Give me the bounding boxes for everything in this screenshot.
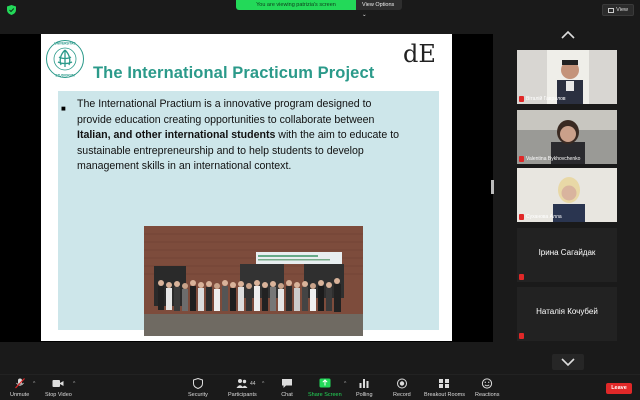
polling-icon	[359, 379, 369, 388]
participant-name: Віталій Гаврилов	[519, 95, 566, 102]
university-logo: UNIVERSITAS STUDIORUM	[46, 40, 84, 78]
participants-label: Participants	[228, 392, 257, 398]
muted-mic-icon	[519, 273, 524, 280]
unmute-label: Unmute	[10, 392, 30, 398]
chevron-up-icon[interactable]	[560, 30, 576, 40]
participant-name-label: Віталій Гаврилов	[526, 95, 566, 102]
reactions-icon	[482, 378, 493, 389]
chevron-up-icon[interactable]: ^	[262, 381, 264, 387]
meeting-toolbar: Unmute ^ Stop Video ^ Security Participa…	[0, 374, 640, 400]
para-line-3-bold: Italian, and other international student…	[77, 129, 276, 142]
participant-tile[interactable]: Ірина Сагайдак	[517, 228, 617, 282]
video-camera-icon	[52, 380, 64, 387]
chevron-up-icon[interactable]: ^	[33, 381, 35, 387]
breakout-rooms-icon	[439, 379, 450, 388]
participant-status	[519, 273, 524, 280]
breakout-rooms-label: Breakout Rooms	[424, 392, 465, 398]
chat-label: Chat	[281, 392, 293, 398]
polling-button[interactable]: Polling	[356, 378, 373, 398]
chevron-down-icon: ⌄	[362, 12, 367, 18]
participant-name: Valentina Bykhovchenko	[519, 155, 580, 162]
para-line-3-rest: with the aim to educate to	[275, 129, 400, 142]
security-button[interactable]: Security	[188, 378, 208, 398]
share-screen-button[interactable]: Share Screen	[308, 378, 342, 398]
share-screen-label: Share Screen	[308, 392, 342, 398]
unmute-button[interactable]: Unmute	[10, 378, 29, 398]
share-screen-icon	[319, 378, 331, 388]
security-label: Security	[188, 392, 208, 398]
de-logo: dE	[403, 40, 436, 68]
reactions-label: Reactions	[475, 392, 500, 398]
para-line-5: management skills in an international co…	[77, 160, 292, 173]
svg-text:UNIVERSITAS: UNIVERSITAS	[54, 42, 75, 46]
para-line-4: sustainable entrepreneurship and to help…	[77, 144, 364, 157]
reactions-button[interactable]: Reactions	[475, 378, 499, 398]
zoom-meeting-window: { "top_bar": { "share_banner": "You are …	[0, 0, 640, 400]
chevron-up-icon[interactable]: ^	[73, 381, 75, 387]
shield-icon	[192, 378, 203, 389]
record-icon	[396, 378, 407, 389]
gallery-next-button[interactable]	[552, 354, 584, 370]
participant-count-badge: 44	[250, 381, 256, 387]
participant-status	[519, 332, 524, 339]
participant-tile[interactable]: Наталія Кочубей	[517, 287, 617, 341]
record-label: Record	[393, 392, 411, 398]
polling-label: Polling	[356, 392, 373, 398]
muted-mic-icon	[519, 332, 524, 339]
slide-paragraph: The International Practium is a innovati…	[77, 97, 439, 175]
top-bar: You are viewing patrizia's screen View O…	[0, 0, 640, 20]
view-options-label: View Options	[362, 2, 395, 8]
viewing-screen-label: You are viewing patrizia's screen	[236, 0, 356, 10]
participant-name-label: Valentina Bykhovchenko	[526, 155, 581, 162]
view-options-button[interactable]: View Options ⌄	[356, 0, 402, 18]
mic-muted-icon	[14, 378, 25, 389]
para-line-1: The International Practium is a innovati…	[77, 98, 372, 110]
svg-text:STUDIORUM: STUDIORUM	[55, 74, 75, 78]
chat-button[interactable]: Chat	[281, 378, 293, 398]
bullet-icon: ■	[61, 104, 66, 113]
participant-tile[interactable]: Valentina Bykhovchenko	[517, 110, 617, 164]
leave-button[interactable]: Leave	[606, 383, 632, 394]
share-scrollbar[interactable]	[491, 180, 494, 194]
para-line-2: provide education creating opportunities…	[77, 113, 375, 126]
muted-mic-icon	[519, 213, 524, 220]
participant-center-name: Ірина Сагайдак	[538, 248, 596, 257]
record-button[interactable]: Record	[393, 378, 411, 398]
view-button[interactable]: View	[602, 4, 634, 16]
view-button-label: View	[616, 7, 628, 13]
participants-icon	[236, 379, 248, 388]
participant-center-name: Наталія Кочубей	[536, 307, 598, 316]
stop-video-button[interactable]: Stop Video	[45, 378, 72, 398]
share-banner: You are viewing patrizia's screen View O…	[236, 0, 402, 18]
slide-title: The International Practicum Project	[93, 64, 375, 82]
presentation-slide: UNIVERSITAS STUDIORUM The International …	[41, 34, 452, 341]
participant-tile[interactable]: Віталій Гаврилов	[517, 50, 617, 104]
group-photo	[144, 226, 363, 336]
grid-icon	[608, 7, 615, 13]
chevron-down-icon	[561, 358, 575, 367]
participant-name: Суханова Алла	[519, 213, 562, 220]
chevron-up-icon[interactable]: ^	[344, 381, 346, 387]
participant-name-label: Суханова Алла	[526, 213, 562, 220]
shield-icon[interactable]	[7, 5, 16, 15]
participant-tile[interactable]: Суханова Алла	[517, 168, 617, 222]
muted-mic-icon	[519, 95, 524, 102]
stop-video-label: Stop Video	[45, 392, 72, 398]
breakout-rooms-button[interactable]: Breakout Rooms	[424, 378, 465, 398]
muted-mic-icon	[519, 155, 524, 162]
chat-icon	[282, 379, 292, 388]
slide-content-box: ■ The International Practium is a innova…	[58, 91, 439, 336]
